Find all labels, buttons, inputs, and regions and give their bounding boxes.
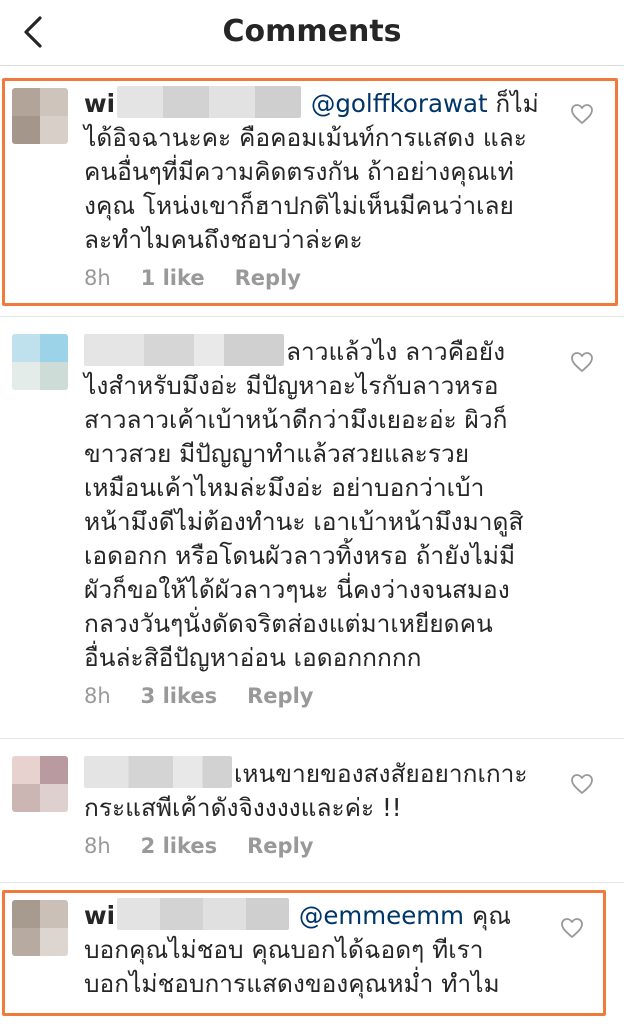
comment-meta: 8h 3 likes Reply: [84, 681, 562, 711]
heart-outline-icon[interactable]: [560, 916, 584, 940]
comment-item: เหนขายของสงสัยอยากเกาะ กระแสพีเค้าดังจิง…: [0, 756, 624, 872]
reply-button[interactable]: Reply: [247, 834, 313, 858]
reply-button[interactable]: Reply: [247, 684, 313, 708]
comment-username[interactable]: wi: [84, 89, 115, 118]
avatar[interactable]: [12, 756, 68, 812]
redacted-name: [117, 86, 302, 118]
header-bar: Comments: [0, 0, 624, 66]
comment-line: เอดอกก หรือโดนผัวลาวทิ้งหรอ ถ้ายังไม่มี: [84, 541, 516, 570]
comment-line: กระแสพีเค้าดังจิงงงงและค่ะ !!: [84, 793, 402, 822]
comment-item: ลาวแล้วไง ลาวคือยัง ไงสำหรับมึงอ่ะ มีปัญ…: [0, 334, 624, 724]
comment-time: 8h: [84, 266, 111, 290]
comment-line: เหมือนเค้าไหมล่ะมึงอ่ะ อย่าบอกว่าเบ้า: [84, 473, 485, 502]
comment-mention[interactable]: @golffkorawat: [311, 89, 488, 118]
comment-text: ลาวแล้วไง ลาวคือยัง ไงสำหรับมึงอ่ะ มีปัญ…: [84, 334, 562, 675]
comment-line: ได้อิจฉานะคะ คือคอมเม้นท์การแสดง และ: [84, 123, 527, 152]
comment-line: ลาวแล้วไง ลาวคือยัง: [286, 337, 506, 366]
comment-username[interactable]: wi: [84, 901, 115, 930]
comment-likes[interactable]: 1 like: [141, 266, 205, 290]
divider: [0, 882, 624, 883]
comment-likes[interactable]: 3 likes: [141, 684, 217, 708]
comment-line: หน้ามึงดีไม่ต้องทำนะ เอาเบ้าหน้ามึงมาดูส…: [84, 507, 524, 536]
comment-text: wi @emmeemm คุณ บอกคุณไม่ชอบ คุณบอกได้ฉอ…: [84, 898, 562, 1001]
comment-likes[interactable]: 2 likes: [141, 834, 217, 858]
reply-button[interactable]: Reply: [235, 266, 301, 290]
avatar[interactable]: [12, 88, 68, 144]
redacted-name: [84, 756, 232, 788]
comment-line: ผัวก็ขอให้ได้ผัวลาวๆนะ นี่คงว่างจนสมอง: [84, 575, 510, 604]
comment-line: ไงสำหรับมึงอ่ะ มีปัญหาอะไรกับลาวหรอ: [84, 371, 499, 400]
comment-time: 8h: [84, 834, 111, 858]
divider: [0, 738, 624, 739]
comment-meta: 8h 1 like Reply: [84, 263, 562, 293]
comment-line: คุณ: [471, 901, 511, 930]
redacted-name: [84, 334, 284, 366]
heart-outline-icon[interactable]: [570, 772, 594, 796]
comment-line: บอกคุณไม่ชอบ คุณบอกได้ฉอดๆ ทีเรา: [84, 935, 484, 964]
comment-line: อื่นล่ะสิอีปัญหาอ่อน เอดอกกกกก: [84, 643, 422, 672]
divider: [0, 316, 624, 317]
heart-outline-icon[interactable]: [570, 102, 594, 126]
comment-line: กลวงวันๆนั่งดัดจริตส่องแต่มาเหยียดคน: [84, 609, 493, 638]
comment-time: 8h: [84, 684, 111, 708]
comment-text: wi @golffkorawat ก็ไม่ ได้อิจฉานะคะ คือค…: [84, 86, 562, 257]
comment-line: ก็ไม่: [495, 89, 539, 118]
comment-item: wi @emmeemm คุณ บอกคุณไม่ชอบ คุณบอกได้ฉอ…: [0, 898, 624, 1016]
comment-line: บอกไม่ชอบการแสดงของคุณหม่ำ ทำไม: [84, 969, 500, 998]
comment-line: สาวลาวเค้าเบ้าหน้าดีกว่ามึงเยอะอ่ะ ผิวก็: [84, 405, 508, 434]
redacted-name: [117, 898, 290, 930]
comment-line: ขาวสวย มีปัญญาทำแล้วสวยและรวย: [84, 439, 470, 468]
comment-line: งคุณ โหน่งเขาก็ฮาปกติไม่เห็นมีคนว่าเลย: [84, 191, 514, 220]
comment-line: ละทำไมคนถึงชอบว่าล่ะคะ: [84, 225, 363, 254]
comment-line: คนอื่นๆที่มีความคิดตรงกัน ถ้าอย่างคุณเท่: [84, 157, 514, 186]
page-title: Comments: [222, 14, 402, 49]
comment-item: wi @golffkorawat ก็ไม่ ได้อิจฉานะคะ คือค…: [0, 86, 624, 306]
comment-line: เหนขายของสงสัยอยากเกาะ: [234, 759, 528, 788]
avatar[interactable]: [12, 900, 68, 956]
comment-mention[interactable]: @emmeemm: [299, 901, 464, 930]
heart-outline-icon[interactable]: [570, 350, 594, 374]
avatar[interactable]: [12, 334, 68, 390]
comment-meta: 8h 2 likes Reply: [84, 831, 562, 861]
comment-text: เหนขายของสงสัยอยากเกาะ กระแสพีเค้าดังจิง…: [84, 756, 562, 825]
